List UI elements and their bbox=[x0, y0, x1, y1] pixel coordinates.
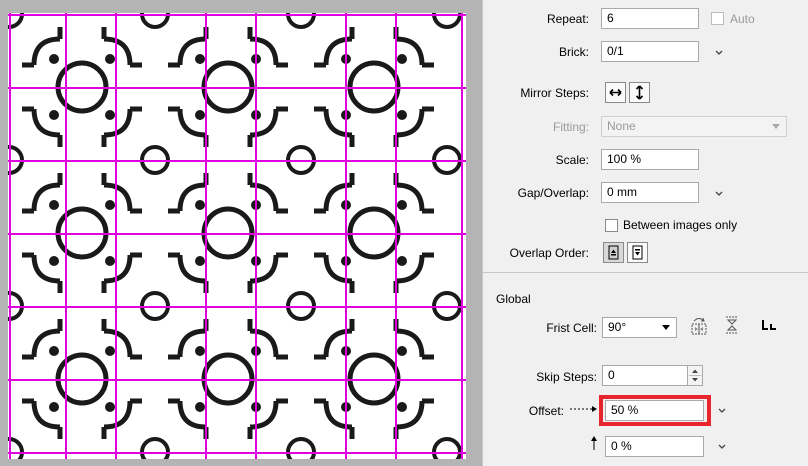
flip-vertical-icon[interactable] bbox=[721, 314, 743, 336]
offset-highlight-box bbox=[599, 395, 711, 426]
overlap-order-back-button[interactable] bbox=[627, 242, 648, 263]
layer-front-icon bbox=[608, 245, 619, 260]
auto-checkbox[interactable] bbox=[711, 12, 724, 25]
repeat-label: Repeat: bbox=[546, 12, 589, 26]
fitting-select[interactable]: None bbox=[601, 116, 787, 137]
offset-chevron-down-icon[interactable] bbox=[717, 407, 727, 415]
offset-vertical-input[interactable]: 0 % bbox=[605, 436, 704, 457]
corner-origin-icon[interactable] bbox=[760, 318, 778, 332]
dropdown-arrow-icon bbox=[772, 124, 780, 129]
arrow-up-down-icon bbox=[635, 85, 644, 100]
gap-overlap-label: Gap/Overlap: bbox=[517, 186, 589, 200]
offset-vertical-chevron-down-icon[interactable] bbox=[717, 443, 727, 451]
arrow-up-icon bbox=[591, 436, 597, 450]
skip-steps-label: Skip Steps: bbox=[536, 370, 597, 384]
first-cell-select[interactable]: 90° bbox=[602, 317, 677, 338]
scale-input[interactable]: 100 % bbox=[601, 149, 699, 170]
mirror-horizontal-button[interactable] bbox=[605, 82, 626, 103]
scale-label: Scale: bbox=[555, 153, 589, 167]
brick-chevron-down-icon[interactable] bbox=[714, 49, 724, 57]
overlap-order-label: Overlap Order: bbox=[509, 246, 589, 260]
mirror-vertical-button[interactable] bbox=[629, 82, 650, 103]
overlap-order-front-button[interactable] bbox=[603, 242, 624, 263]
between-images-label: Between images only bbox=[623, 218, 738, 232]
arrow-left-right-icon bbox=[609, 88, 622, 97]
brick-input[interactable]: 0/1 bbox=[601, 41, 699, 62]
global-heading: Global bbox=[496, 292, 531, 306]
flip-horizontal-icon[interactable] bbox=[688, 315, 710, 337]
gap-overlap-input[interactable]: 0 mm bbox=[601, 182, 699, 203]
first-cell-select-value: 90° bbox=[608, 320, 627, 334]
skip-steps-spinner[interactable] bbox=[687, 365, 703, 386]
dotted-arrow-right-icon bbox=[570, 406, 597, 412]
section-divider bbox=[483, 272, 808, 273]
first-cell-label: Frist Cell: bbox=[546, 321, 597, 335]
gap-chevron-down-icon[interactable] bbox=[714, 190, 724, 198]
skip-steps-input[interactable]: 0 bbox=[602, 365, 696, 386]
pattern-preview-canvas[interactable] bbox=[0, 0, 482, 466]
repeat-settings-panel: Repeat: 6 Auto Brick: 0/1 Mirror Steps: … bbox=[482, 0, 808, 466]
fitting-select-value: None bbox=[607, 119, 636, 133]
spinner-arrows-icon bbox=[689, 369, 701, 382]
between-images-checkbox[interactable] bbox=[605, 219, 618, 232]
dropdown-arrow-icon bbox=[662, 325, 670, 330]
repeat-input[interactable]: 6 bbox=[601, 8, 699, 29]
offset-label: Offset: bbox=[528, 404, 564, 418]
layer-back-icon bbox=[632, 245, 643, 260]
auto-label: Auto bbox=[730, 12, 755, 26]
mirror-steps-label: Mirror Steps: bbox=[520, 86, 589, 100]
tile-pattern bbox=[8, 13, 466, 459]
brick-label: Brick: bbox=[559, 45, 589, 59]
fitting-label: Fitting: bbox=[552, 120, 589, 134]
